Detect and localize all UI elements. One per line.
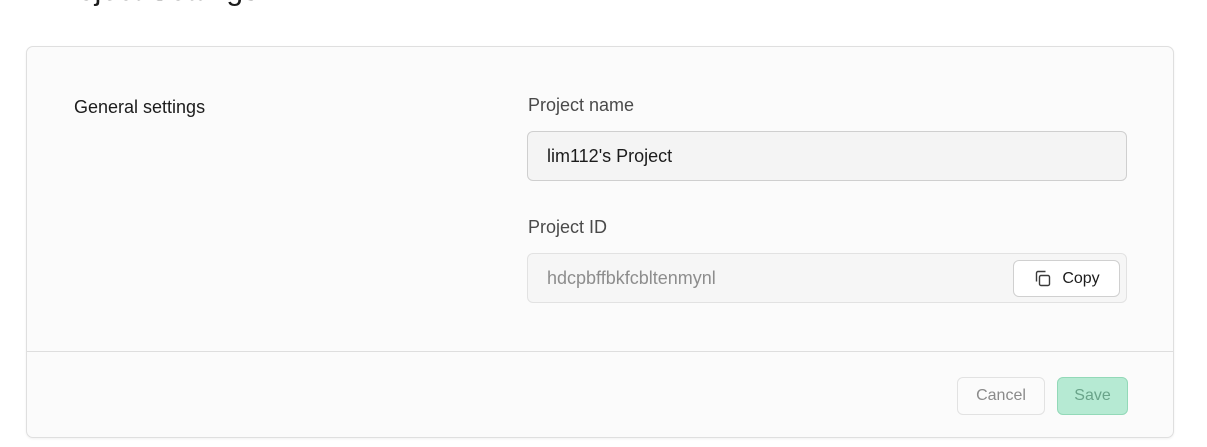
page-title-wrapper: Project Settings <box>48 0 258 8</box>
project-id-value: hdcpbffbkfcbltenmynl <box>547 268 716 288</box>
section-title: General settings <box>74 97 206 117</box>
copy-button[interactable]: Copy <box>1013 260 1120 297</box>
page-title: Project Settings <box>48 0 258 8</box>
project-name-label: Project name <box>528 95 635 115</box>
project-name-input[interactable] <box>527 131 1127 181</box>
cancel-button[interactable]: Cancel <box>957 377 1045 415</box>
save-button[interactable]: Save <box>1057 377 1128 415</box>
general-settings-card: General settings Project name Project ID… <box>26 46 1174 438</box>
copy-icon <box>1033 269 1052 288</box>
project-id-field: hdcpbffbkfcbltenmynl Copy <box>527 253 1127 303</box>
project-id-label: Project ID <box>528 217 608 237</box>
footer-divider <box>27 351 1173 352</box>
copy-label: Copy <box>1062 269 1100 287</box>
